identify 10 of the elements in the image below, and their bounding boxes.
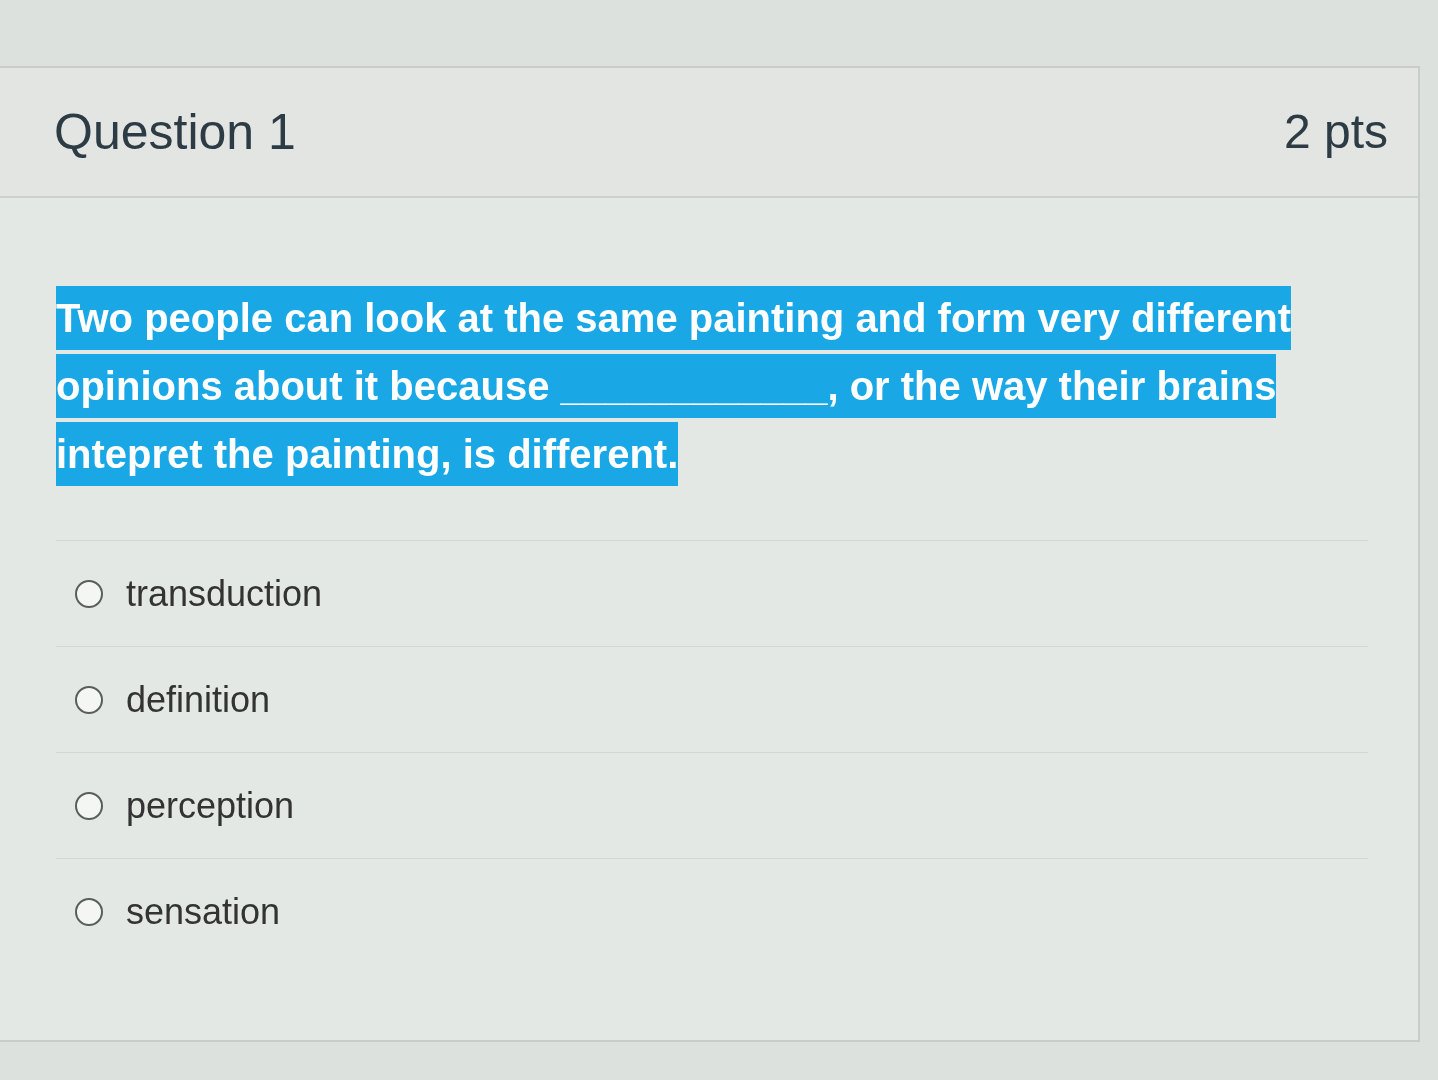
radio-button[interactable] — [74, 578, 104, 609]
question-title: Question 1 — [54, 107, 296, 157]
question-points: 2 pts — [1283, 108, 1388, 156]
radio-button[interactable] — [74, 684, 104, 715]
answer-option-label[interactable]: definition — [126, 672, 271, 727]
radio-button[interactable] — [74, 896, 104, 927]
answer-option-label[interactable]: perception — [126, 778, 295, 833]
answer-option-label[interactable]: transduction — [126, 566, 323, 621]
answer-option-label[interactable]: sensation — [126, 884, 281, 939]
radio-button[interactable] — [74, 790, 104, 821]
